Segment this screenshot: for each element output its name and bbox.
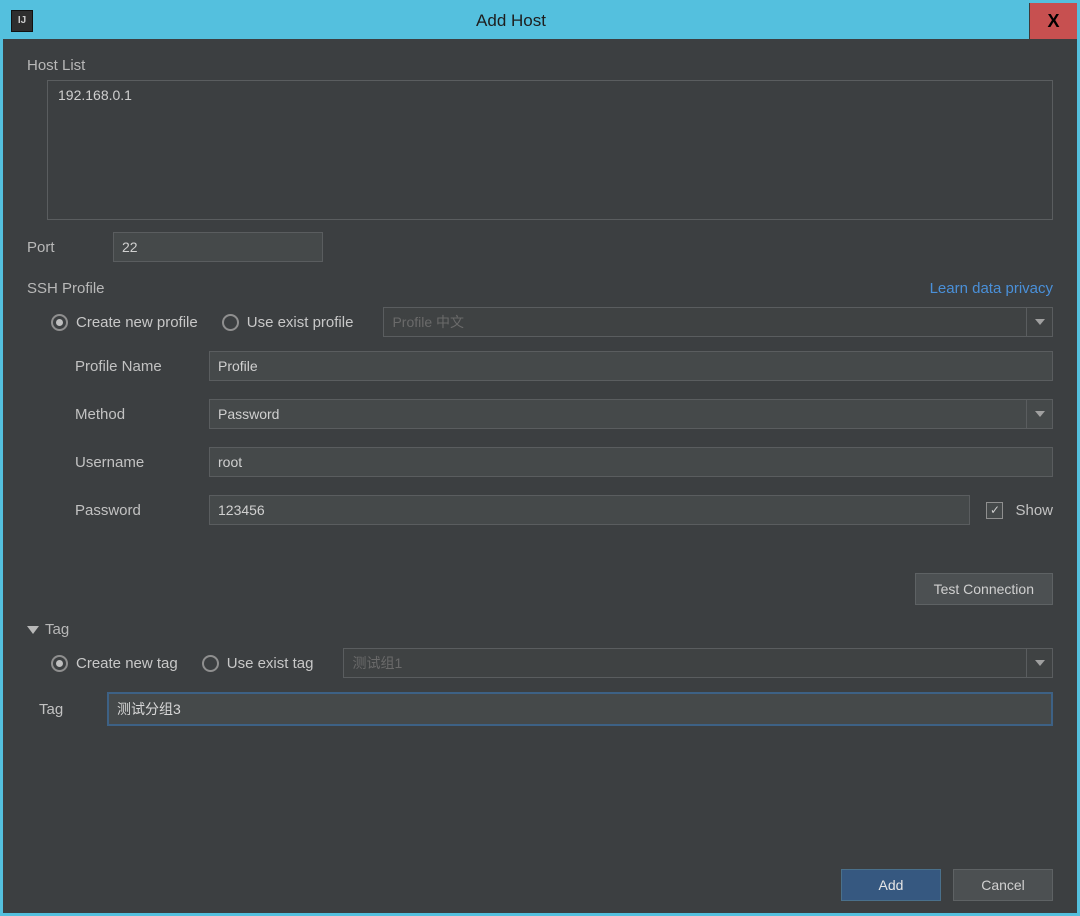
cancel-button[interactable]: Cancel	[953, 869, 1053, 901]
ssh-profile-label: SSH Profile	[27, 280, 105, 297]
chevron-down-icon	[1035, 660, 1045, 666]
test-connection-button[interactable]: Test Connection	[915, 573, 1053, 605]
method-label: Method	[75, 406, 203, 423]
password-input[interactable]	[209, 495, 970, 525]
show-password-checkbox[interactable]	[986, 502, 1003, 519]
ssh-profile-header: SSH Profile Learn data privacy	[27, 280, 1053, 297]
radio-create-new-profile-label: Create new profile	[76, 314, 198, 331]
close-button[interactable]: X	[1029, 3, 1077, 39]
method-dropdown-value: Password	[210, 406, 1026, 422]
host-list-textarea[interactable]: 192.168.0.1	[47, 80, 1053, 220]
existing-tag-dropdown-text: 测试组1	[344, 653, 1026, 673]
password-label: Password	[75, 502, 203, 519]
ssh-profile-radio-row: Create new profile Use exist profile Pro…	[51, 307, 1053, 337]
radio-create-new-tag-label: Create new tag	[76, 655, 178, 672]
tag-label: Tag	[39, 701, 97, 718]
chevron-down-icon	[1035, 411, 1045, 417]
port-row: Port	[27, 232, 1053, 262]
radio-use-exist-tag[interactable]	[202, 655, 219, 672]
window-title: Add Host	[33, 11, 1029, 31]
app-icon: IJ	[11, 10, 33, 32]
titlebar: IJ Add Host X	[3, 3, 1077, 39]
collapse-triangle-icon	[27, 626, 39, 634]
chevron-down-icon	[1035, 319, 1045, 325]
tag-section-label: Tag	[45, 621, 69, 638]
radio-create-new-tag[interactable]	[51, 655, 68, 672]
radio-use-exist-profile[interactable]	[222, 314, 239, 331]
test-connection-row: Test Connection	[27, 573, 1053, 605]
username-input[interactable]	[209, 447, 1053, 477]
radio-create-new-profile[interactable]	[51, 314, 68, 331]
port-label: Port	[27, 239, 81, 256]
method-dropdown[interactable]: Password	[209, 399, 1053, 429]
dialog-content: Host List 192.168.0.1 Port SSH Profile L…	[3, 39, 1077, 913]
tag-section-header[interactable]: Tag	[27, 621, 1053, 638]
method-dropdown-button[interactable]	[1026, 400, 1052, 428]
method-row: Method Password	[75, 399, 1053, 429]
username-label: Username	[75, 454, 203, 471]
existing-tag-dropdown: 测试组1	[343, 648, 1053, 678]
profile-name-label: Profile Name	[75, 358, 203, 375]
existing-profile-dropdown: Profile 中文	[383, 307, 1053, 337]
username-row: Username	[75, 447, 1053, 477]
profile-name-input[interactable]	[209, 351, 1053, 381]
existing-tag-dropdown-button	[1026, 649, 1052, 677]
add-host-dialog: IJ Add Host X Host List 192.168.0.1 Port…	[0, 0, 1080, 916]
password-row: Password Show	[75, 495, 1053, 525]
tag-input-row: Tag	[39, 692, 1053, 726]
existing-profile-dropdown-text: Profile 中文	[384, 312, 1026, 332]
host-list-label: Host List	[27, 57, 1053, 74]
show-password-label: Show	[1015, 502, 1053, 519]
port-input[interactable]	[113, 232, 323, 262]
existing-profile-dropdown-button	[1026, 308, 1052, 336]
radio-use-exist-profile-label: Use exist profile	[247, 314, 354, 331]
dialog-footer: Add Cancel	[27, 839, 1053, 901]
host-list-value: 192.168.0.1	[58, 87, 132, 103]
tag-input[interactable]	[107, 692, 1053, 726]
radio-use-exist-tag-label: Use exist tag	[227, 655, 314, 672]
profile-name-row: Profile Name	[75, 351, 1053, 381]
tag-radio-row: Create new tag Use exist tag 测试组1	[51, 648, 1053, 678]
learn-data-privacy-link[interactable]: Learn data privacy	[930, 280, 1053, 297]
add-button[interactable]: Add	[841, 869, 941, 901]
